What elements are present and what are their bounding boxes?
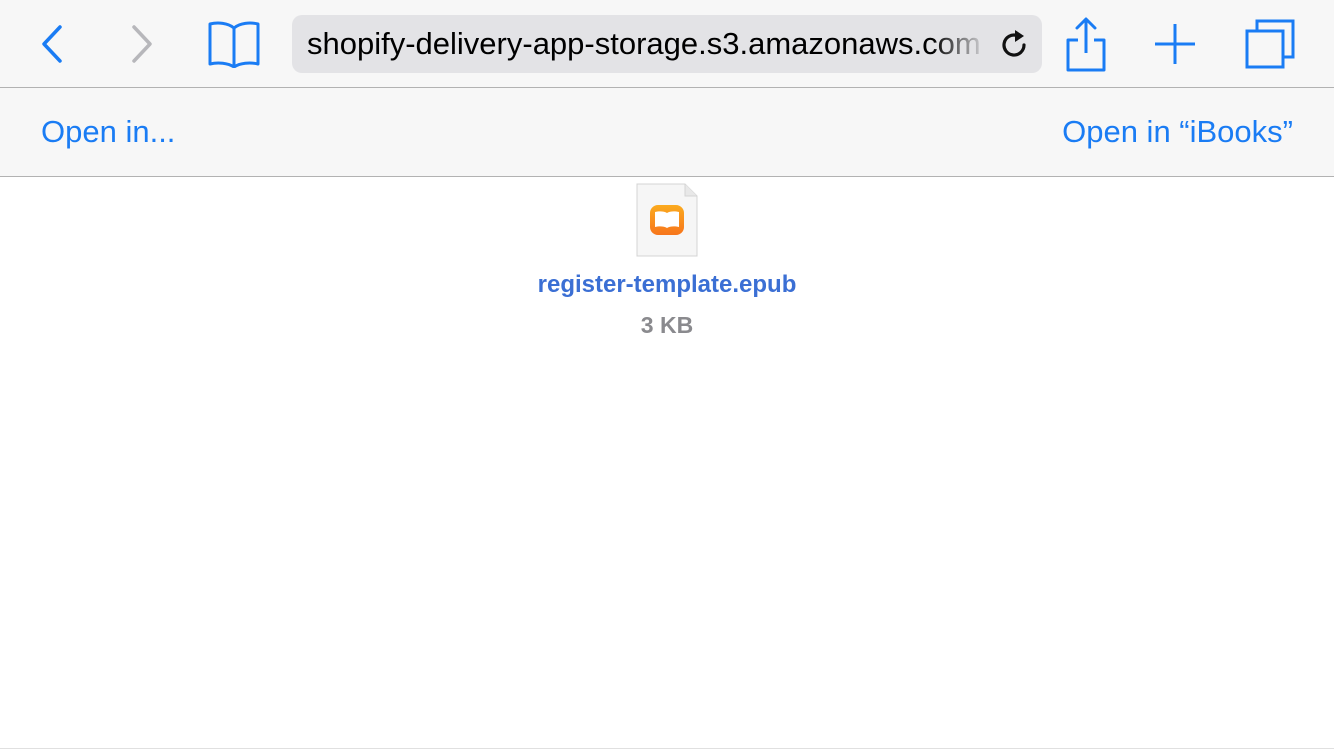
share-button[interactable] <box>1062 14 1110 74</box>
plus-icon <box>1155 24 1195 64</box>
back-button[interactable] <box>30 14 74 74</box>
file-name-link[interactable]: register-template.epub <box>0 271 1334 299</box>
url-text[interactable]: shopify-delivery-app-storage.s3.amazonaw… <box>307 15 987 73</box>
reload-button[interactable] <box>998 28 1030 60</box>
forward-chevron-icon <box>132 25 152 63</box>
ibooks-document-icon <box>636 183 698 257</box>
tabs-button[interactable] <box>1240 14 1300 74</box>
share-icon <box>1066 17 1106 72</box>
browser-toolbar: shopify-delivery-app-storage.s3.amazonaw… <box>0 0 1334 88</box>
new-tab-button[interactable] <box>1150 14 1200 74</box>
reload-icon <box>1002 30 1026 57</box>
address-bar[interactable]: shopify-delivery-app-storage.s3.amazonaw… <box>292 15 1042 73</box>
book-icon <box>208 21 260 68</box>
file-size: 3 KB <box>640 312 694 338</box>
back-chevron-icon <box>42 25 62 63</box>
file-icon[interactable] <box>636 183 698 257</box>
forward-button[interactable] <box>120 14 164 74</box>
bottom-divider <box>0 748 1334 749</box>
bookmarks-button[interactable] <box>204 14 264 74</box>
tabs-icon <box>1245 19 1295 69</box>
open-in-ibooks-button[interactable]: Open in “iBooks” <box>1062 88 1293 176</box>
open-in-button[interactable]: Open in... <box>41 88 175 176</box>
download-options-bar: Open in... Open in “iBooks” <box>0 88 1334 177</box>
